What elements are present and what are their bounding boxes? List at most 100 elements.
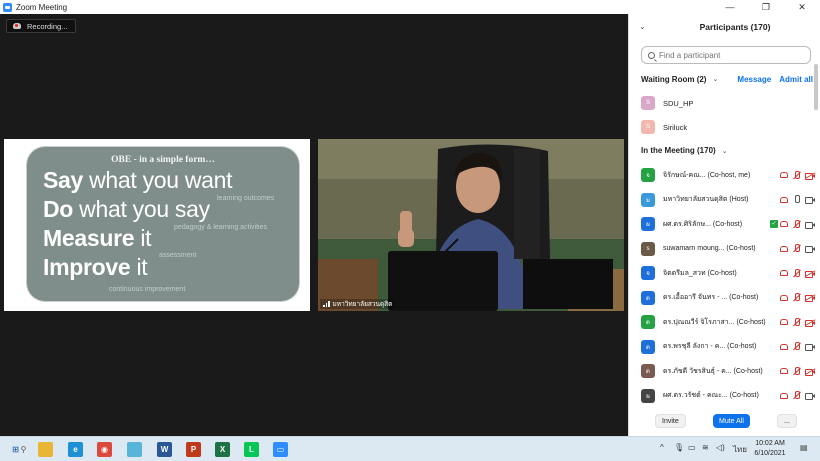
avatar: S bbox=[641, 96, 655, 110]
shared-slide-tile[interactable]: OBE - in a simple form… Say what you wan… bbox=[4, 139, 310, 311]
mic-muted-icon[interactable] bbox=[792, 170, 801, 180]
participant-status-icons bbox=[780, 293, 816, 302]
waiting-participant[interactable]: S Siriluck bbox=[641, 119, 811, 135]
chevron-up-icon[interactable]: ^ bbox=[660, 443, 664, 452]
excel-icon[interactable]: X bbox=[215, 442, 230, 457]
camera-off-icon[interactable] bbox=[805, 318, 816, 327]
participant-row[interactable]: ม มหาวิทยาลัยสวนดุสิต (Host) bbox=[641, 191, 815, 209]
cloud-record-icon bbox=[780, 319, 788, 325]
store-icon[interactable] bbox=[127, 442, 142, 457]
camera-off-icon[interactable] bbox=[805, 294, 816, 302]
zoom-app-icon bbox=[3, 2, 12, 12]
mic-muted-icon[interactable] bbox=[792, 366, 801, 376]
participant-name: จิตตรีมล_สวท (Co-host) bbox=[663, 269, 737, 277]
slide-line-rest: it bbox=[130, 254, 148, 280]
waiting-participant[interactable]: S SDU_HP bbox=[641, 95, 811, 111]
clock-time: 10:02 AM bbox=[755, 440, 785, 447]
chevron-down-icon[interactable]: ⌄ bbox=[712, 75, 718, 83]
notifications-icon[interactable]: ▤ bbox=[800, 443, 808, 452]
participant-row[interactable]: จ จิรักษณ์-คณ... (Co-host, me) bbox=[641, 166, 816, 184]
slide-note: pedagogy & learning activities bbox=[174, 224, 268, 231]
participant-status-icons bbox=[780, 268, 816, 278]
camera-off-icon[interactable] bbox=[805, 269, 816, 278]
cloud-record-icon bbox=[780, 172, 788, 178]
participant-name: ผศ.ดร.ศิริลักษ... (Co-host) bbox=[663, 220, 743, 228]
word-icon[interactable]: W bbox=[157, 442, 172, 457]
participant-name: ดร.เอื้ออารี จันทร - ... (Co-host) bbox=[663, 294, 759, 301]
message-button[interactable]: Message bbox=[737, 75, 771, 84]
avatar: S bbox=[641, 120, 655, 134]
verified-badge-icon: ✓ bbox=[770, 220, 778, 228]
participant-row[interactable]: ผ ผศ.ดร.วรัชต์ - คณะ... (Co-host) bbox=[641, 387, 815, 405]
mic-muted-icon[interactable] bbox=[792, 268, 801, 278]
camera-icon[interactable] bbox=[805, 343, 815, 351]
mic-muted-icon[interactable] bbox=[792, 293, 801, 302]
camera-off-icon[interactable] bbox=[805, 171, 816, 180]
recording-indicator[interactable]: Recording... bbox=[6, 19, 77, 33]
minimize-button[interactable]: — bbox=[712, 0, 748, 14]
camera-icon[interactable] bbox=[805, 196, 815, 204]
wifi-icon[interactable]: ≋ bbox=[702, 443, 709, 452]
camera-icon[interactable] bbox=[805, 221, 815, 229]
zoom-icon[interactable]: ▭ bbox=[273, 442, 288, 457]
participant-row[interactable]: ด ดร.ปุณณวีร์ จิโรภาสา... (Co-host) bbox=[641, 313, 816, 331]
mic-muted-icon[interactable] bbox=[792, 391, 801, 400]
participant-name: ดร.พรชุลี ลังกา - ค... (Co-host) bbox=[663, 343, 757, 350]
participants-panel: ⌄ Participants (170) Waiting Room (2) ⌄ … bbox=[628, 14, 820, 436]
admit-all-button[interactable]: Admit all bbox=[779, 75, 813, 84]
participant-row[interactable]: s suwamarn moung... (Co-host) bbox=[641, 240, 815, 258]
video-area: Recording... OBE - in a simple form… Say… bbox=[0, 14, 628, 436]
slide-note: learning outcomes bbox=[217, 195, 275, 202]
avatar: ม bbox=[641, 192, 655, 207]
cloud-record-icon bbox=[780, 245, 788, 252]
mic-muted-icon[interactable] bbox=[792, 317, 801, 327]
microphone-icon[interactable]: 🎙 bbox=[674, 443, 684, 452]
title-bar: Zoom Meeting — ❐ ✕ bbox=[0, 0, 820, 14]
mic-muted-icon[interactable] bbox=[792, 219, 801, 229]
participant-name: ดร.ภัชดี วัชรสินธุ์ - ค... (Co-host) bbox=[663, 367, 763, 375]
avatar: ผ bbox=[641, 388, 655, 403]
scrollbar[interactable] bbox=[814, 64, 818, 110]
participant-row[interactable]: จ จิตตรีมล_สวท (Co-host) bbox=[641, 264, 816, 282]
chevron-down-icon[interactable]: ⌄ bbox=[639, 22, 646, 31]
more-button[interactable]: ... bbox=[777, 414, 797, 428]
chevron-down-icon[interactable]: ⌄ bbox=[722, 147, 728, 155]
waiting-room-label: Waiting Room (2) bbox=[641, 74, 707, 84]
participant-row[interactable]: ด ดร.เอื้ออารี จันทร - ... (Co-host) bbox=[641, 289, 816, 307]
cloud-record-icon bbox=[780, 392, 788, 399]
chrome-icon[interactable]: ◉ bbox=[97, 442, 112, 457]
search-icon[interactable]: ⚲ bbox=[16, 442, 31, 457]
participant-status-icons bbox=[780, 391, 815, 400]
search-input[interactable] bbox=[659, 50, 799, 60]
slide-line-key: Do bbox=[43, 196, 74, 222]
camera-icon[interactable] bbox=[805, 392, 815, 400]
language-indicator[interactable]: ไทย bbox=[733, 443, 747, 456]
participants-footer: Invite Mute All ... bbox=[629, 412, 820, 436]
powerpoint-icon[interactable]: P bbox=[186, 442, 201, 457]
recording-label: Recording... bbox=[27, 21, 68, 31]
close-button[interactable]: ✕ bbox=[784, 0, 820, 14]
line-icon[interactable]: L bbox=[244, 442, 259, 457]
waiting-room-header: Waiting Room (2) ⌄ Message Admit all bbox=[641, 72, 813, 86]
file-explorer-icon[interactable] bbox=[38, 442, 53, 457]
participant-row[interactable]: ด ดร.ภัชดี วัชรสินธุ์ - ค... (Co-host) bbox=[641, 362, 816, 380]
participant-status-icons bbox=[780, 366, 816, 376]
mic-muted-icon[interactable] bbox=[792, 342, 801, 351]
participants-title: Participants (170) bbox=[699, 22, 771, 32]
participant-search[interactable] bbox=[641, 46, 811, 64]
camera-icon[interactable] bbox=[805, 245, 815, 253]
participant-row[interactable]: ด ดร.พรชุลี ลังกา - ค... (Co-host) bbox=[641, 338, 815, 356]
maximize-button[interactable]: ❐ bbox=[748, 0, 784, 14]
mic-icon[interactable] bbox=[792, 195, 801, 204]
system-clock[interactable]: 10:02 AM 6/10/2021 bbox=[750, 439, 790, 459]
camera-tile[interactable]: มหาวิทยาลัยสวนดุสิต bbox=[318, 139, 624, 311]
in-meeting-header: In the Meeting (170) ⌄ bbox=[641, 146, 728, 155]
mic-muted-icon[interactable] bbox=[792, 244, 801, 253]
camera-off-icon[interactable] bbox=[805, 367, 816, 376]
network-icon[interactable]: ▭ bbox=[688, 443, 696, 452]
edge-icon[interactable]: e bbox=[68, 442, 83, 457]
mute-all-button[interactable]: Mute All bbox=[713, 414, 750, 428]
invite-button[interactable]: Invite bbox=[655, 414, 686, 428]
volume-icon[interactable]: ◁) bbox=[716, 443, 725, 452]
participant-row[interactable]: ผ ผศ.ดร.ศิริลักษ... (Co-host) ✓ bbox=[641, 215, 815, 233]
